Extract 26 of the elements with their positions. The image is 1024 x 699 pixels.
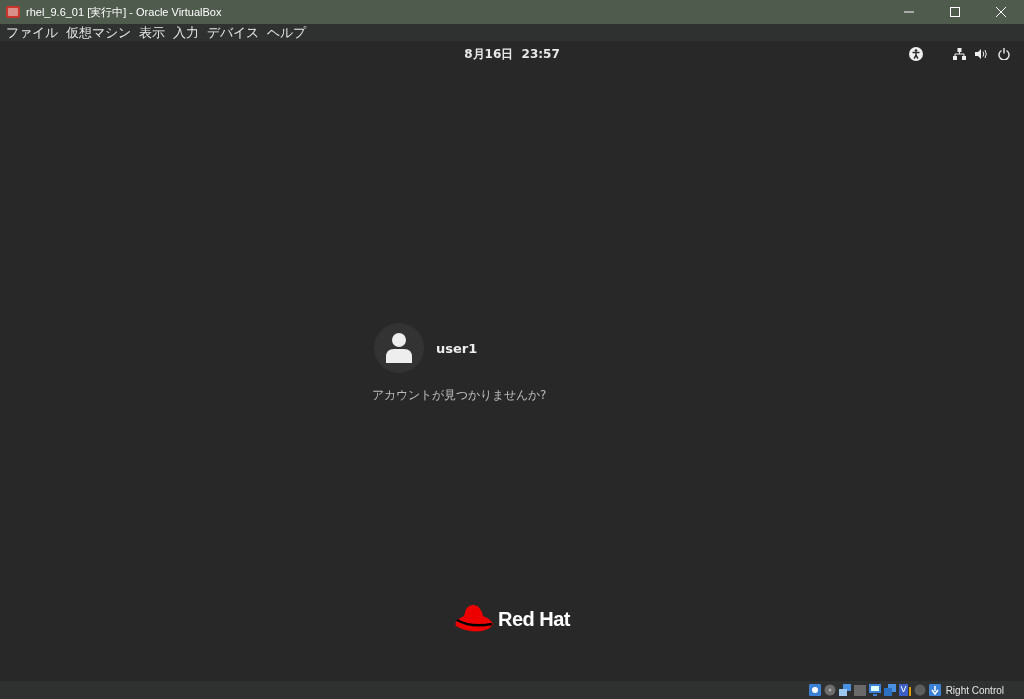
menu-item[interactable]: 表示	[135, 24, 169, 41]
optical-disc-icon[interactable]	[823, 684, 836, 696]
volume-icon[interactable]	[975, 48, 988, 60]
logo-text: Red Hat	[497, 607, 571, 631]
power-icon[interactable]	[998, 48, 1010, 60]
window-icon[interactable]	[883, 684, 896, 696]
menu-item[interactable]: ヘルプ	[263, 24, 310, 41]
network-icon[interactable]	[953, 48, 966, 60]
menu-item[interactable]: 仮想マシン	[62, 24, 135, 41]
maximize-icon	[950, 7, 960, 17]
menu-item[interactable]: 入力	[169, 24, 203, 41]
hard-disk-icon[interactable]	[808, 684, 821, 696]
close-icon	[996, 7, 1006, 17]
accessibility-icon[interactable]	[909, 47, 923, 61]
menu-item[interactable]: ファイル	[2, 24, 62, 41]
host-key-label: Right Control	[945, 684, 1004, 696]
display-icon[interactable]	[868, 684, 881, 696]
user-avatar[interactable]	[374, 323, 424, 373]
window-title: rhel_9.6_01 [実行中] - Oracle VirtualBox	[26, 4, 223, 20]
clock[interactable]: 8月16日 23:57	[464, 45, 560, 63]
hat-logo-icon	[453, 604, 494, 634]
user-name[interactable]: user1	[436, 340, 478, 356]
not-listed-link[interactable]: アカウントが見つかりませんか?	[372, 387, 1024, 404]
arrow-down-icon[interactable]	[928, 684, 941, 696]
app-icon	[6, 5, 20, 19]
menu-item[interactable]: デバイス	[203, 24, 263, 41]
